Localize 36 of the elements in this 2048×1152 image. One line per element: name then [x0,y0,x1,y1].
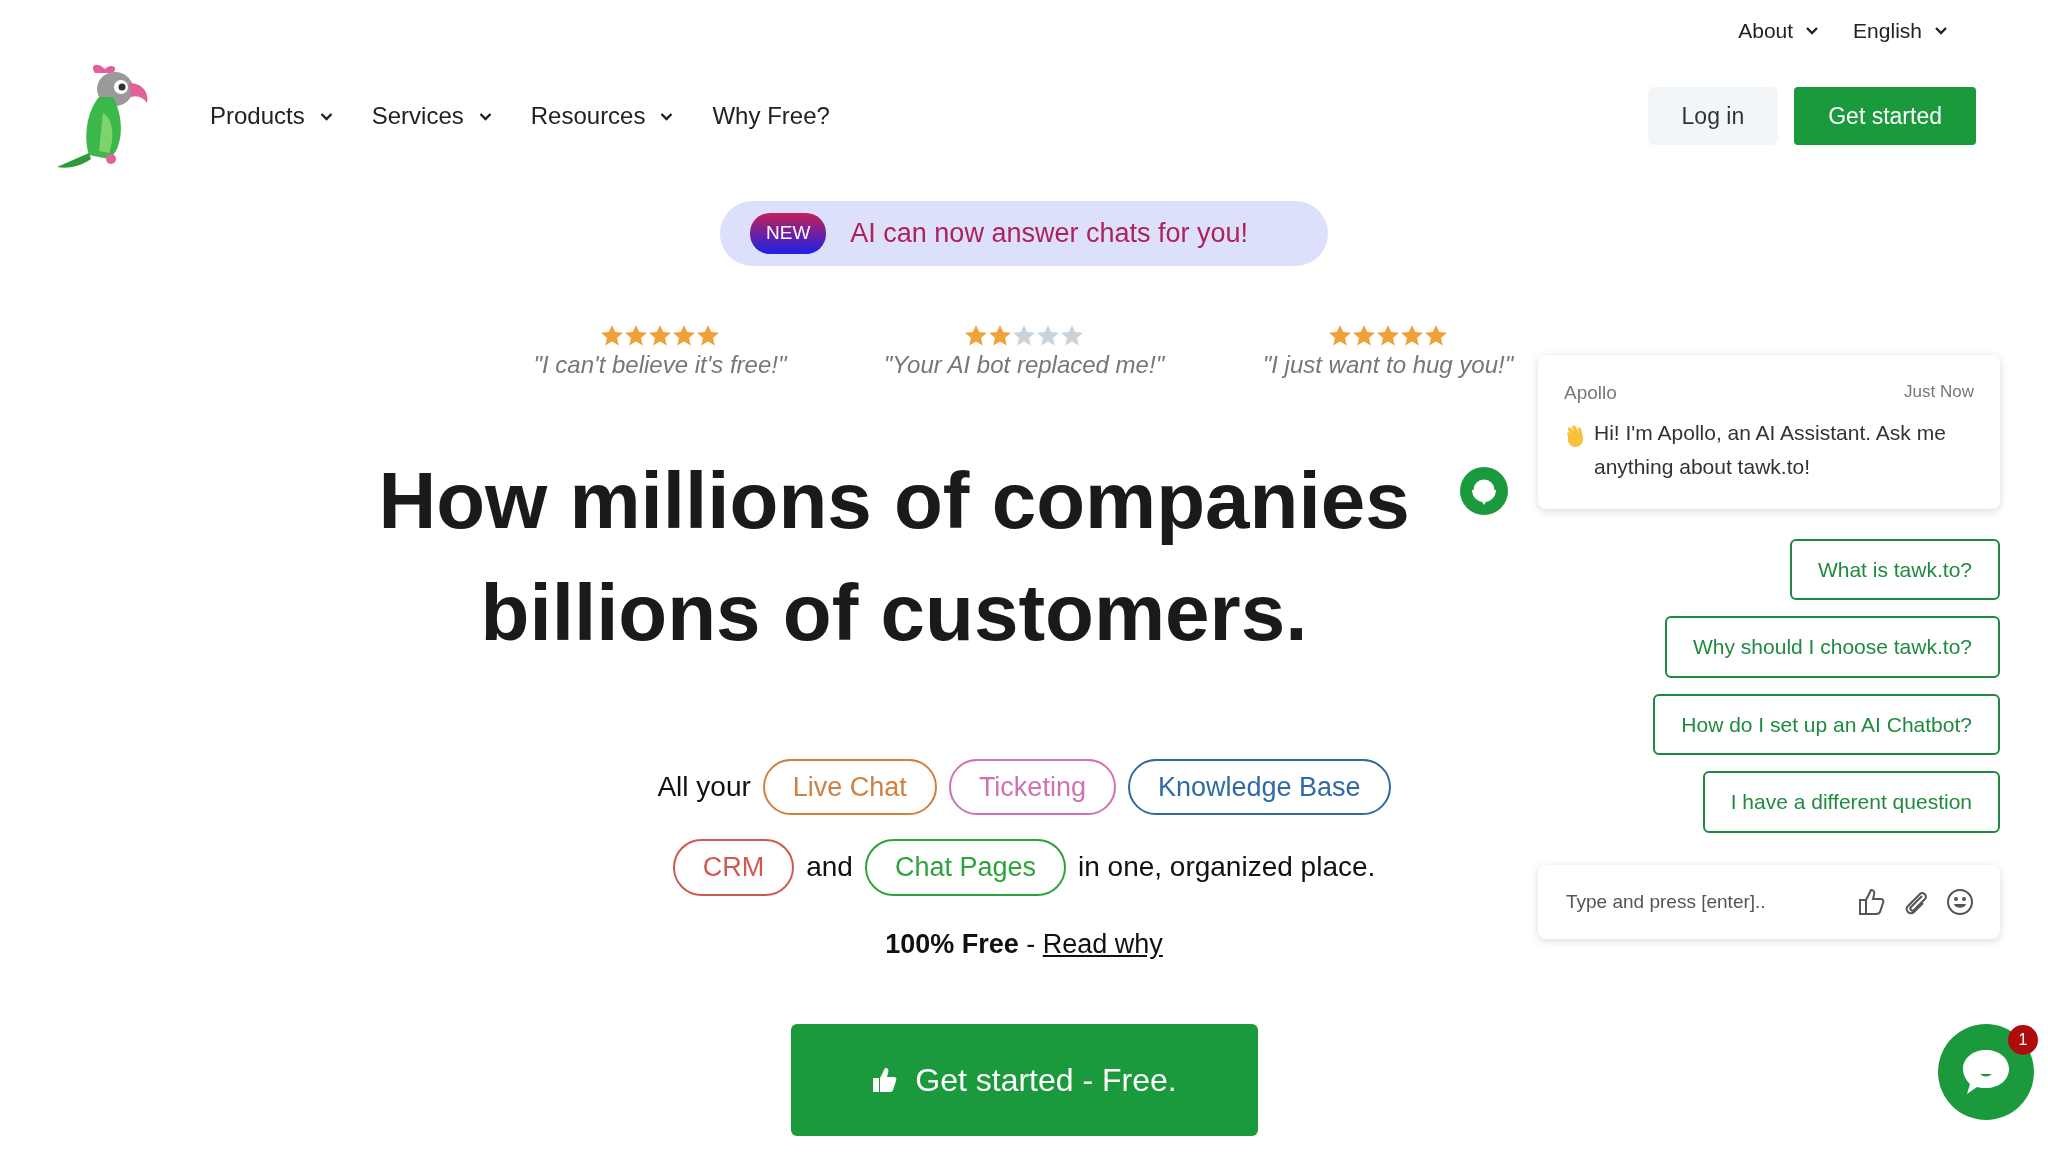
headline: billions of customers. [480,567,1308,657]
nav-link[interactable]: Products [210,98,334,134]
new-badge: NEW [750,213,827,254]
message-input[interactable]: Type and press [enter].. [1564,886,1794,918]
headline: How millions of companies [378,455,1410,545]
product-tag[interactable]: CRM [672,839,795,896]
product-tag[interactable]: Chat Pages [864,839,1066,896]
read-why-link[interactable]: Read why [1042,928,1163,959]
top-menu-link[interactable]: About [1738,14,1820,46]
message-time: Just Now [1904,381,1974,403]
nav-link[interactable]: Why Free? [712,98,830,134]
product-tag[interactable]: Live Chat [762,758,937,815]
sentence-text: in one, organized place. [1078,850,1376,885]
sentence-text: All your [657,769,751,804]
get-started-free-button[interactable]: Get started - Free. [790,1024,1258,1136]
get-started-button[interactable]: Get started [1794,86,1976,146]
announcement-text: AI can now answer chats for you! [850,217,1248,250]
unread-count-badge: 1 [2008,1025,2038,1055]
chat-message: Hi! I'm Apollo, an AI Assistant. Ask me anything about tawk.to! [1594,419,1947,481]
login-button[interactable]: Log in [1647,86,1779,146]
agent-name: Apollo [1564,381,1617,405]
suggested-reply-button[interactable]: How do I set up an AI Chatbot? [1653,693,2000,756]
suggested-reply-button[interactable]: I have a different question [1702,771,2000,833]
review-quote: "Your AI bot replaced me!" [883,349,1165,380]
top-menu-link[interactable]: English [1853,14,1948,46]
product-tag[interactable]: Knowledge Base [1127,758,1391,815]
review-quote: "I can't believe it's free!" [533,349,787,380]
nav-link[interactable]: Resources [530,98,675,134]
nav-link[interactable]: Services [371,98,493,134]
suggested-reply-button[interactable]: What is tawk.to? [1789,538,2000,601]
sentence-text: and [806,850,853,885]
product-tag[interactable]: Ticketing [948,758,1116,815]
free-note: 100% Free - Read why [885,927,1163,961]
announcement-banner[interactable]: NEW AI can now answer chats for you! [720,201,1328,266]
suggested-reply-button[interactable]: Why should I choose tawk.to? [1665,616,2000,678]
review-quote: "I just want to hug you!" [1262,349,1514,380]
